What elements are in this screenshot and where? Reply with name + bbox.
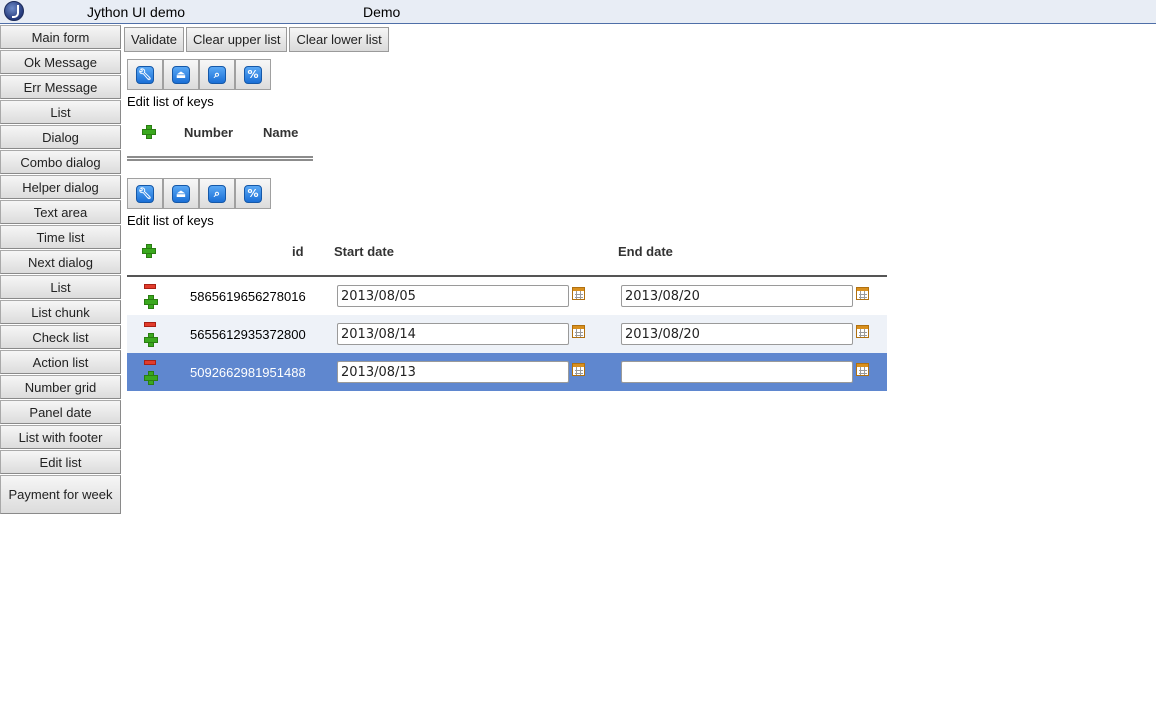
sidebar-item-next-dialog[interactable]: Next dialog <box>0 250 121 274</box>
sidebar-item-main-form[interactable]: Main form <box>0 25 121 49</box>
lower-percent-button[interactable]: % <box>235 178 271 209</box>
end-date-field[interactable] <box>621 323 853 345</box>
upper-icon-toolbar: 🔧︎ ⏏ ⌕ % <box>127 59 271 90</box>
sidebar-item-list-2[interactable]: List <box>0 275 121 299</box>
sidebar-item-edit-list[interactable]: Edit list <box>0 450 121 474</box>
sidebar-item-text-area[interactable]: Text area <box>0 200 121 224</box>
upper-list-label: Edit list of keys <box>127 94 214 109</box>
sidebar-item-combo-dialog[interactable]: Combo dialog <box>0 150 121 174</box>
lower-col-start-date[interactable]: Start date <box>334 244 394 259</box>
lower-list-label: Edit list of keys <box>127 213 214 228</box>
lower-search-button[interactable]: ⌕ <box>199 178 235 209</box>
lower-eject-button[interactable]: ⏏ <box>163 178 199 209</box>
remove-row-icon[interactable] <box>144 322 156 327</box>
table-row[interactable]: 5655612935372800 <box>127 315 887 353</box>
upper-eject-button[interactable]: ⏏ <box>163 59 199 90</box>
clear-lower-list-button[interactable]: Clear lower list <box>289 27 389 52</box>
start-date-field[interactable] <box>337 323 569 345</box>
insert-row-icon[interactable] <box>144 295 158 309</box>
insert-row-icon[interactable] <box>144 371 158 385</box>
calendar-icon[interactable] <box>572 363 585 376</box>
magnifier-icon: ⌕ <box>208 65 226 84</box>
app-header: Jython UI demo Demo <box>0 0 1156 24</box>
row-id: 5655612935372800 <box>190 327 306 342</box>
calendar-icon[interactable] <box>856 325 869 338</box>
table-row-selected[interactable]: 5092662981951488 <box>127 353 887 391</box>
remove-row-icon[interactable] <box>144 284 156 289</box>
upper-add-row-icon[interactable] <box>142 125 156 139</box>
end-date-field[interactable] <box>621 361 853 383</box>
percent-icon: % <box>244 65 262 84</box>
upper-table-divider <box>127 156 313 161</box>
sidebar-item-time-list[interactable]: Time list <box>0 225 121 249</box>
clear-upper-list-button[interactable]: Clear upper list <box>186 27 288 52</box>
sidebar-item-dialog[interactable]: Dialog <box>0 125 121 149</box>
wrench-icon: 🔧︎ <box>136 65 154 84</box>
sidebar-item-err-message[interactable]: Err Message <box>0 75 121 99</box>
sidebar-item-list[interactable]: List <box>0 100 121 124</box>
sidebar-item-action-list[interactable]: Action list <box>0 350 121 374</box>
eject-icon: ⏏ <box>172 65 190 84</box>
sidebar-menu: Main form Ok Message Err Message List Di… <box>0 25 121 515</box>
sidebar-item-ok-message[interactable]: Ok Message <box>0 50 121 74</box>
magnifier-icon: ⌕ <box>208 184 226 203</box>
table-row[interactable]: 5865619656278016 <box>127 277 887 315</box>
calendar-icon[interactable] <box>856 287 869 300</box>
sidebar-item-check-list[interactable]: Check list <box>0 325 121 349</box>
main-toolbar: Validate Clear upper list Clear lower li… <box>124 27 389 52</box>
upper-col-number[interactable]: Number <box>184 125 233 140</box>
calendar-icon[interactable] <box>856 363 869 376</box>
lower-wrench-button[interactable]: 🔧︎ <box>127 178 163 209</box>
wrench-icon: 🔧︎ <box>136 184 154 203</box>
calendar-icon[interactable] <box>572 287 585 300</box>
jython-logo-icon <box>4 1 24 21</box>
app-title: Jython UI demo <box>87 4 186 20</box>
lower-col-end-date[interactable]: End date <box>618 244 673 259</box>
lower-icon-toolbar: 🔧︎ ⏏ ⌕ % <box>127 178 271 209</box>
upper-search-button[interactable]: ⌕ <box>199 59 235 90</box>
upper-wrench-button[interactable]: 🔧︎ <box>127 59 163 90</box>
header-demo-label: Demo <box>363 4 401 20</box>
eject-icon: ⏏ <box>172 184 190 203</box>
row-id: 5865619656278016 <box>190 289 306 304</box>
row-id: 5092662981951488 <box>190 365 306 380</box>
lower-add-row-icon[interactable] <box>142 244 156 258</box>
upper-col-name[interactable]: Name <box>263 125 298 140</box>
validate-button[interactable]: Validate <box>124 27 185 52</box>
sidebar-item-helper-dialog[interactable]: Helper dialog <box>0 175 121 199</box>
sidebar-item-list-chunk[interactable]: List chunk <box>0 300 121 324</box>
upper-percent-button[interactable]: % <box>235 59 271 90</box>
calendar-icon[interactable] <box>572 325 585 338</box>
insert-row-icon[interactable] <box>144 333 158 347</box>
percent-icon: % <box>244 184 262 203</box>
sidebar-item-panel-date[interactable]: Panel date <box>0 400 121 424</box>
lower-col-id[interactable]: id <box>292 244 304 259</box>
sidebar-item-number-grid[interactable]: Number grid <box>0 375 121 399</box>
sidebar-item-list-with-footer[interactable]: List with footer <box>0 425 121 449</box>
remove-row-icon[interactable] <box>144 360 156 365</box>
start-date-field[interactable] <box>337 361 569 383</box>
start-date-field[interactable] <box>337 285 569 307</box>
sidebar-item-payment-for-week[interactable]: Payment for week <box>0 475 121 514</box>
end-date-field[interactable] <box>621 285 853 307</box>
